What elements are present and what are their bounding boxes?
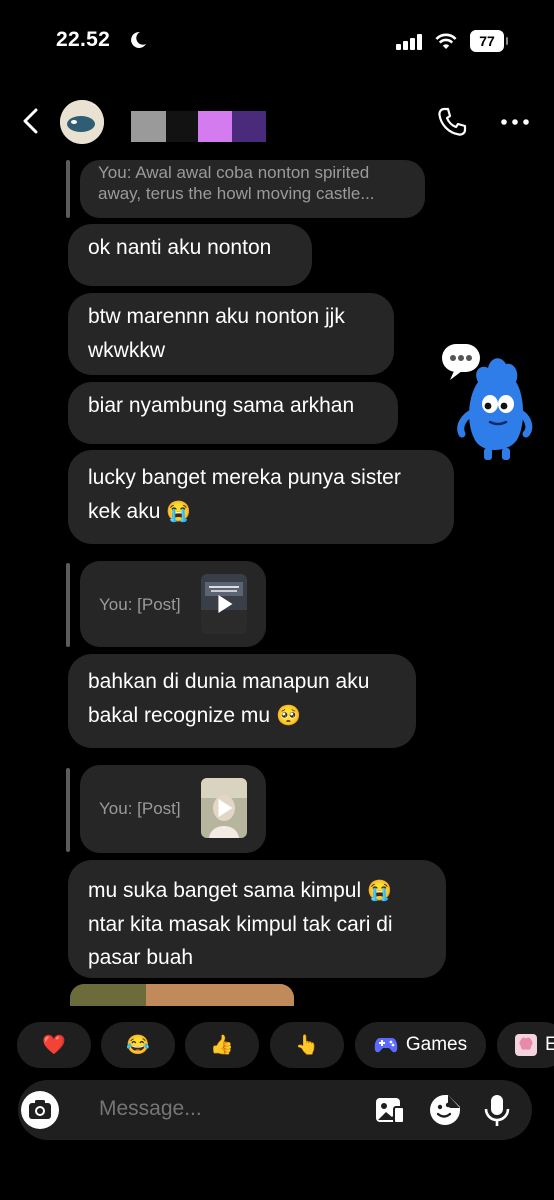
heart-reaction-button[interactable]: ❤️ <box>17 1022 91 1068</box>
message-text: ok nanti aku nonton <box>88 236 272 259</box>
signal-icon <box>396 34 424 50</box>
message-bubble[interactable]: mu suka banget sama kimpul 😭 ntar kita m… <box>68 860 446 978</box>
image-message[interactable] <box>70 984 294 1006</box>
games-label: Games <box>405 1034 468 1055</box>
play-icon <box>218 595 233 613</box>
reply-preview-text: You: [Post] <box>99 799 181 818</box>
reply-indicator <box>66 160 70 218</box>
message-text: lucky banget mereka punya sister <box>88 466 401 489</box>
message-text: bakal recognize mu <box>88 704 271 727</box>
wifi-icon <box>434 31 458 51</box>
pointing-emoji: 👆 <box>295 1035 319 1056</box>
contact-name-redacted[interactable] <box>232 111 266 142</box>
message-bubble[interactable]: biar nyambung sama arkhan <box>68 382 398 444</box>
message-text: bahkan di dunia manapun aku <box>88 670 370 693</box>
reply-preview[interactable]: You: Awal awal coba nonton spirited away… <box>80 160 425 218</box>
play-icon <box>218 799 233 817</box>
reply-preview-text: You: [Post] <box>99 595 181 614</box>
message-input[interactable] <box>99 1092 339 1126</box>
point-reaction-button[interactable]: 👆 <box>270 1022 344 1068</box>
laugh-reaction-button[interactable]: 😂 <box>101 1022 175 1068</box>
message-text: wkwkkw <box>88 339 165 362</box>
message-bubble[interactable]: btw marennn aku nonton jjk wkwkkw <box>68 293 394 375</box>
message-text: kek aku <box>88 500 161 523</box>
gamepad-icon <box>374 1036 398 1054</box>
avatar[interactable] <box>60 100 104 144</box>
crying-emoji: 😭 <box>366 880 392 902</box>
brain-icon <box>515 1034 537 1056</box>
reply-preview[interactable]: You: [Post] <box>80 561 266 647</box>
brain-chip-button[interactable]: E <box>497 1022 554 1068</box>
reply-preview[interactable]: You: [Post] <box>80 765 266 853</box>
message-text: ntar kita masak kimpul tak cari di <box>88 913 393 936</box>
message-bubble[interactable]: lucky banget mereka punya sister kek aku… <box>68 450 454 544</box>
post-thumbnail[interactable] <box>201 778 247 838</box>
contact-name-redacted[interactable] <box>198 111 232 142</box>
more-icon[interactable] <box>500 114 530 130</box>
contact-name-redacted[interactable] <box>131 111 166 142</box>
battery-indicator: 77 <box>470 30 508 52</box>
mascot-sticker[interactable] <box>438 342 534 464</box>
message-text: biar nyambung sama arkhan <box>88 394 355 417</box>
post-thumbnail[interactable] <box>201 574 247 634</box>
message-text: mu suka banget sama kimpul <box>88 879 362 902</box>
status-time: 22.52 <box>56 28 111 51</box>
contact-name-redacted[interactable] <box>166 111 198 142</box>
brain-chip-label: E <box>545 1034 554 1055</box>
reply-indicator <box>66 768 70 852</box>
gallery-icon[interactable] <box>372 1093 406 1127</box>
moon-icon <box>128 30 148 56</box>
games-button[interactable]: Games <box>355 1022 486 1068</box>
message-text: btw marennn aku nonton jjk <box>88 305 345 328</box>
microphone-icon[interactable] <box>480 1093 514 1127</box>
crying-emoji: 😭 <box>166 501 192 523</box>
back-icon[interactable] <box>20 107 42 135</box>
camera-icon[interactable] <box>20 1090 60 1130</box>
thumbs-up-emoji: 👍 <box>210 1035 234 1056</box>
heart-icon: ❤️ <box>42 1035 66 1056</box>
reply-indicator <box>66 563 70 647</box>
message-text: pasar buah <box>88 946 194 969</box>
message-bubble[interactable]: bahkan di dunia manapun aku bakal recogn… <box>68 654 416 748</box>
thumbs-up-reaction-button[interactable]: 👍 <box>185 1022 259 1068</box>
phone-icon[interactable] <box>436 106 468 138</box>
pleading-emoji: 🥺 <box>275 705 301 727</box>
sticker-icon[interactable] <box>428 1093 462 1127</box>
laughing-emoji: 😂 <box>126 1035 150 1056</box>
message-bubble[interactable]: ok nanti aku nonton <box>68 224 312 286</box>
